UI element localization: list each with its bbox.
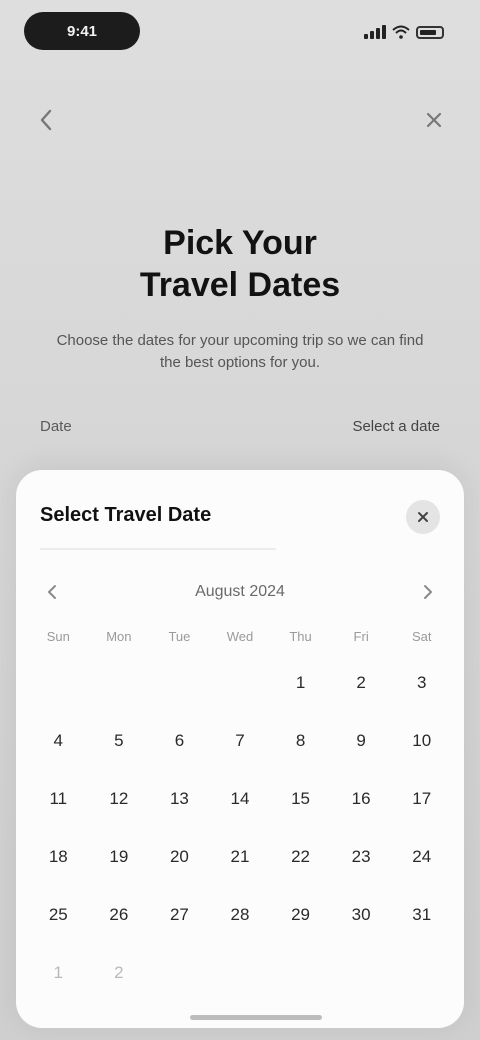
day-cell[interactable]: 23: [331, 828, 392, 886]
day-cell[interactable]: 6: [149, 712, 210, 770]
day-cell[interactable]: 2: [89, 944, 150, 1002]
prev-month-button[interactable]: [36, 576, 68, 608]
chevron-left-icon: [48, 585, 56, 599]
day-cell[interactable]: 16: [331, 770, 392, 828]
weekday-label: Thu: [289, 629, 312, 644]
day-cell[interactable]: 9: [331, 712, 392, 770]
wifi-icon: [392, 25, 410, 39]
day-cell[interactable]: 28: [210, 886, 271, 944]
day-cell[interactable]: 1: [270, 654, 331, 712]
sheet-close-button[interactable]: [406, 500, 440, 534]
weekday-label: Fri: [353, 629, 369, 644]
day-cell[interactable]: 14: [210, 770, 271, 828]
close-icon: [426, 112, 442, 128]
day-cell[interactable]: 3: [391, 654, 452, 712]
status-icons: [364, 20, 444, 44]
page-subtitle: Choose the dates for your upcoming trip …: [56, 332, 424, 371]
day-cell[interactable]: 13: [149, 770, 210, 828]
month-label: August 2024: [195, 583, 285, 600]
day-cell[interactable]: 12: [89, 770, 150, 828]
day-cell[interactable]: 11: [28, 770, 89, 828]
day-cell[interactable]: 30: [331, 886, 392, 944]
date-field[interactable]: Date Select a date: [40, 408, 440, 444]
day-cell[interactable]: 31: [391, 886, 452, 944]
day-cell[interactable]: 20: [149, 828, 210, 886]
chevron-left-icon: [40, 109, 52, 131]
chevron-right-icon: [423, 585, 432, 599]
day-cell[interactable]: 29: [270, 886, 331, 944]
day-cell[interactable]: 24: [391, 828, 452, 886]
weekday-label: Mon: [106, 629, 132, 644]
weekday-label: Sat: [411, 629, 432, 644]
divider: [40, 548, 276, 550]
status-bar: 9:41: [0, 0, 480, 64]
day-cell[interactable]: 27: [149, 886, 210, 944]
day-cell[interactable]: 18: [28, 828, 89, 886]
weekday-label: Tue: [168, 629, 191, 644]
home-indicator: [190, 1015, 322, 1020]
title-line-2: Travel Dates: [139, 266, 341, 304]
day-cell[interactable]: 4: [28, 712, 89, 770]
signal-icon: [364, 25, 386, 39]
day-cell[interactable]: 22: [270, 828, 331, 886]
status-time: 9:41: [24, 12, 140, 50]
page-title: Pick Your Travel Dates: [40, 222, 440, 306]
day-cell[interactable]: 8: [270, 712, 331, 770]
close-button[interactable]: [416, 102, 452, 138]
day-cell[interactable]: 21: [210, 828, 271, 886]
next-month-button[interactable]: [412, 576, 444, 608]
day-cell[interactable]: 17: [391, 770, 452, 828]
screen: 9:41 Pick Your Travel Dates Choose the d…: [0, 0, 480, 1040]
weekday-label: Wed: [226, 629, 254, 644]
weekday-label: Sun: [46, 629, 70, 644]
weekday-header: Sun Mon Tue Wed Thu Fri Sat: [28, 624, 452, 650]
sheet-header: Select Travel Date: [40, 498, 440, 546]
date-picker-sheet: Select Travel Date August 2024 Sun Mon Tu: [16, 470, 464, 1028]
day-cell[interactable]: 10: [391, 712, 452, 770]
day-cell[interactable]: 5: [89, 712, 150, 770]
close-icon: [418, 512, 428, 522]
day-cell[interactable]: 25: [28, 886, 89, 944]
battery-icon: [416, 25, 444, 39]
back-button[interactable]: [28, 102, 64, 138]
calendar-grid: 1 2 3 4 5 6 7 8 9 10 11 12 13 14 15 16 17 18 19 20 21 22 23 24 2…: [28, 654, 452, 1002]
day-cell[interactable]: 7: [210, 712, 271, 770]
date-value: Select a date: [352, 417, 440, 435]
day-cell[interactable]: 26: [89, 886, 150, 944]
sheet-title: Select Travel Date: [40, 504, 212, 526]
nav-row: [0, 96, 480, 140]
day-cell[interactable]: 2: [331, 654, 392, 712]
month-navigation: August 2024: [36, 574, 444, 610]
day-cell[interactable]: 1: [28, 944, 89, 1002]
day-cell[interactable]: 15: [270, 770, 331, 828]
date-label: Date: [40, 417, 72, 435]
day-cell[interactable]: 19: [89, 828, 150, 886]
title-line-1: Pick Your: [163, 224, 317, 262]
